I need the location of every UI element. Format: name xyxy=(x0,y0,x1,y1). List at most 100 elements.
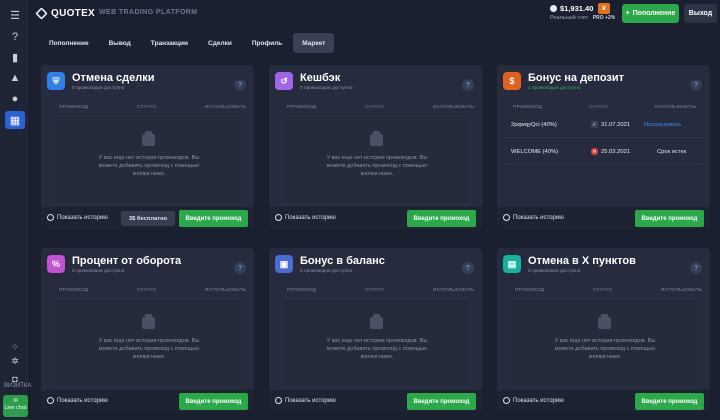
enter-promocode-button[interactable]: Введите промокод xyxy=(179,210,248,227)
logo-text: QUOTEX xyxy=(51,8,96,19)
promo-card-turnover-percent: % Процент от оборота 0 промокодов доступ… xyxy=(41,248,254,412)
column-promocode: ПРОМОКОД xyxy=(287,288,317,293)
empty-text: У вас еще нет истории промокодов. Вы мож… xyxy=(326,155,428,177)
market-icon[interactable]: ▦ xyxy=(5,111,25,129)
free-button[interactable]: 3$ бесплатно xyxy=(121,211,175,226)
column-status: СТАТУС xyxy=(589,105,609,110)
column-use: ИСПОЛЬЗОВАТЬ xyxy=(433,105,475,110)
empty-box-icon xyxy=(370,131,383,146)
chart-icon[interactable]: ▮ xyxy=(8,50,22,64)
column-use: ИСПОЛЬЗОВАТЬ xyxy=(205,288,247,293)
user-icon[interactable]: ● xyxy=(8,92,22,106)
help-icon[interactable]: ? xyxy=(690,262,702,274)
pro-label: PRO +2% xyxy=(592,15,616,21)
logo[interactable]: QUOTEX xyxy=(35,7,96,20)
clock-icon xyxy=(503,214,510,221)
show-history-link[interactable]: Показать историю xyxy=(47,397,108,404)
cashback-icon: ↺ xyxy=(275,72,293,90)
card-title: Отмена в X пунктов xyxy=(528,255,636,267)
column-status: СТАТУС xyxy=(365,288,385,293)
empty-state: У вас еще нет истории промокодов. Вы мож… xyxy=(53,115,243,205)
settings-icon[interactable]: ✲ xyxy=(8,354,22,368)
pro-icon: ♛ xyxy=(598,3,610,14)
empty-box-icon xyxy=(370,314,383,329)
card-footer: Показать историю Введите промокод xyxy=(41,390,254,412)
promo-date: 31.07.2021 xyxy=(601,122,631,128)
promo-card-cashback: ↺ Кешбэк 0 промокодов доступно ? ПРОМОКО… xyxy=(269,65,482,229)
empty-text: У вас еще нет истории промокодов. Вы мож… xyxy=(98,155,200,177)
help-icon[interactable]: ? xyxy=(234,79,246,91)
balance-amount: $1,931.40 xyxy=(560,4,594,13)
card-title: Отмена сделки xyxy=(72,72,155,84)
platform-label: WEB TRADING PLATFORM xyxy=(99,9,198,16)
card-footer: Показать историю Введите промокод xyxy=(497,390,710,412)
empty-box-icon xyxy=(142,131,155,146)
empty-state: У вас еще нет истории промокодов. Вы мож… xyxy=(281,115,471,205)
show-history-link[interactable]: Показать историю xyxy=(275,397,336,404)
column-status: СТАТУС xyxy=(593,288,613,293)
promo-status: Срок истек xyxy=(657,149,687,155)
column-promocode: ПРОМОКОД xyxy=(513,105,543,110)
show-history-link[interactable]: Показать историю xyxy=(275,214,336,221)
tab-profile[interactable]: Профиль xyxy=(243,33,291,53)
logout-button[interactable]: Выход xyxy=(684,4,717,23)
column-status: СТАТУС xyxy=(365,105,385,110)
tab-market[interactable]: Маркет xyxy=(293,33,335,53)
help-icon[interactable]: ? xyxy=(234,262,246,274)
enter-promocode-button[interactable]: Введите промокод xyxy=(635,210,704,227)
card-subtitle: 0 промокодов доступно xyxy=(528,269,581,274)
enter-promocode-button[interactable]: Введите промокод xyxy=(407,210,476,227)
card-footer: Показать историю Введите промокод xyxy=(269,390,482,412)
column-promocode: ПРОМОКОД xyxy=(287,105,317,110)
deposit-button[interactable]: + Пополнение xyxy=(622,4,679,23)
card-title: Бонус в баланс xyxy=(300,255,385,267)
use-promo-link[interactable]: Использовать xyxy=(644,122,681,128)
promo-row: WELCOME (40%) ✕ 25.03.2021 Срок истек xyxy=(505,141,703,165)
pro-badge[interactable]: ♛ PRO +2% xyxy=(592,3,616,21)
tab-trades[interactable]: Сделки xyxy=(199,33,241,53)
card-subtitle: 0 промокодов доступно xyxy=(300,86,353,91)
column-promocode: ПРОМОКОД xyxy=(59,105,89,110)
show-history-link[interactable]: Показать историю xyxy=(503,397,564,404)
gift-icon: ▣ xyxy=(275,255,293,273)
show-history-link[interactable]: Показать историю xyxy=(503,214,564,221)
show-history-label: Показать историю xyxy=(57,397,108,404)
percent-icon: % xyxy=(47,255,65,273)
help-icon[interactable]: ? xyxy=(8,30,22,44)
promo-date: 25.03.2021 xyxy=(601,149,631,155)
column-status: СТАТУС xyxy=(137,105,157,110)
money-bag-icon: $ xyxy=(503,72,521,90)
tab-deposit[interactable]: Пополнение xyxy=(40,33,98,53)
empty-box-icon xyxy=(598,314,611,329)
enter-promocode-button[interactable]: Введите промокод xyxy=(179,393,248,410)
promo-code: WELCOME (40%) xyxy=(511,149,559,155)
card-subtitle: 1 промокодов доступно xyxy=(528,86,581,91)
help-icon[interactable]: ? xyxy=(462,262,474,274)
help-icon[interactable]: ? xyxy=(462,79,474,91)
promo-row: 2pqwqyQci (40%) ✓ 31.07.2021 Использоват… xyxy=(505,114,703,138)
show-history-label: Показать историю xyxy=(285,214,336,221)
clock-icon xyxy=(275,214,282,221)
account-balance[interactable]: $1,931.40 Реальный счет xyxy=(550,4,593,21)
live-chat-label: Live chat xyxy=(4,404,27,411)
account-type: Реальный счет xyxy=(550,15,589,21)
expired-icon: ✕ xyxy=(591,148,598,155)
tab-withdraw[interactable]: Вывод xyxy=(100,33,140,53)
card-subtitle: 0 промокодов доступно xyxy=(72,86,125,91)
grid-icon[interactable]: ⁘ xyxy=(8,340,22,354)
menu-icon[interactable]: ☰ xyxy=(8,8,22,22)
enter-promocode-button[interactable]: Введите промокод xyxy=(407,393,476,410)
column-use: ИСПОЛЬЗОВАТЬ xyxy=(655,105,697,110)
live-chat-button[interactable]: ✉ Live chat xyxy=(3,395,28,417)
show-history-link[interactable]: Показать историю xyxy=(47,214,108,221)
tab-transactions[interactable]: Транзакции xyxy=(142,33,197,53)
clock-icon xyxy=(503,397,510,404)
left-sidebar: ☰ ? ▮ ▲ ● ▦ ⁘ ✲ ◘ ВИЗИТКА ✉ Live chat xyxy=(0,0,31,420)
enter-promocode-button[interactable]: Введите промокод xyxy=(635,393,704,410)
top-bar: QUOTEX WEB TRADING PLATFORM $1,931.40 Ре… xyxy=(30,0,720,28)
education-icon[interactable]: ▲ xyxy=(8,71,22,85)
card-subtitle: 0 промокодов доступно xyxy=(72,269,125,274)
help-icon[interactable]: ? xyxy=(690,79,702,91)
empty-state: У вас еще нет истории промокодов. Вы мож… xyxy=(53,298,243,388)
clock-icon xyxy=(47,397,54,404)
